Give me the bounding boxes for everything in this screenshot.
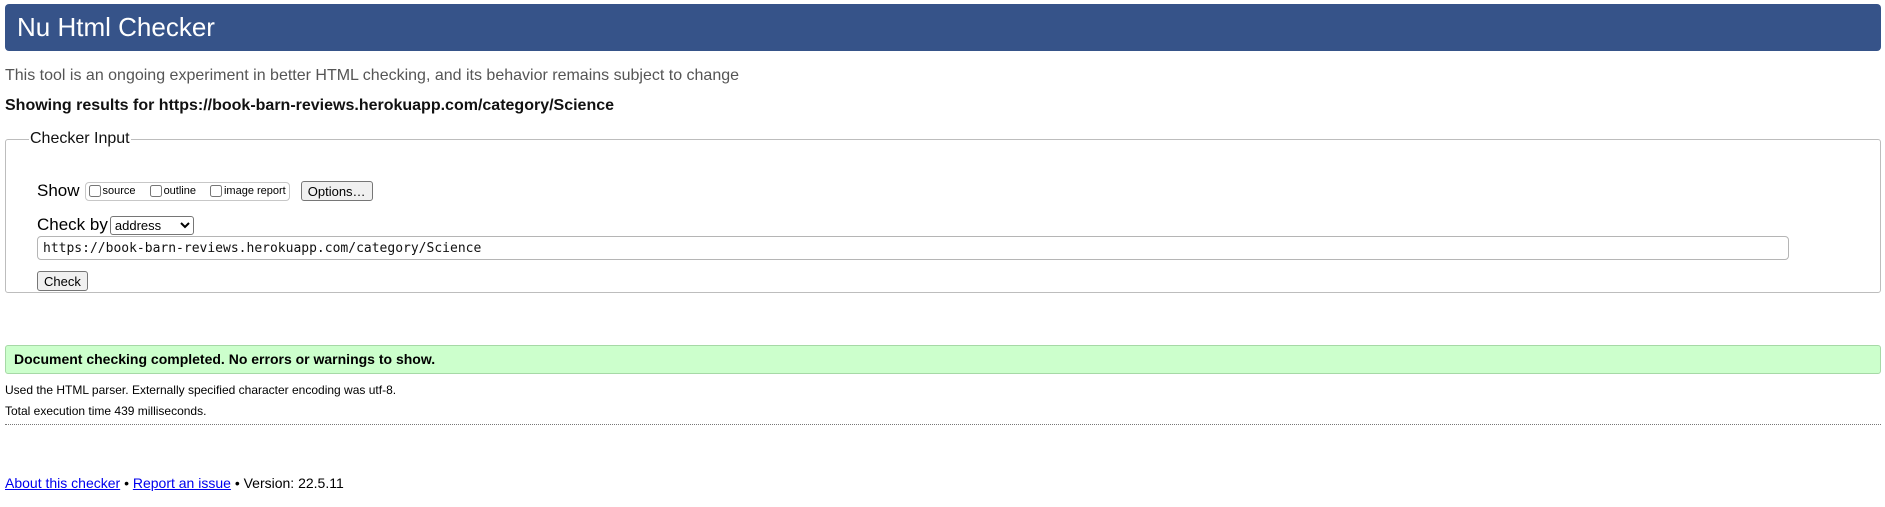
- execution-time: Total execution time 439 milliseconds.: [5, 404, 207, 418]
- parser-info: Used the HTML parser. Externally specifi…: [5, 383, 397, 397]
- options-button[interactable]: Options…: [300, 181, 373, 201]
- results-divider: [5, 424, 1881, 425]
- footer-separator: •: [124, 475, 129, 491]
- show-row: Show source outline image report Options…: [37, 181, 373, 201]
- show-label: Show: [37, 181, 80, 200]
- show-outline-checkbox[interactable]: [149, 185, 162, 197]
- report-issue-link[interactable]: Report an issue: [133, 475, 231, 491]
- check-button[interactable]: Check: [37, 271, 88, 291]
- checker-input-fieldset: Checker Input Show source outline image …: [5, 130, 1881, 293]
- show-image-report-label: image report: [223, 185, 286, 197]
- show-image-report-option[interactable]: image report: [209, 185, 286, 197]
- show-options-group: source outline image report: [84, 181, 290, 201]
- version-text: Version: 22.5.11: [243, 475, 344, 491]
- show-image-report-checkbox[interactable]: [209, 185, 222, 197]
- checker-input-legend: Checker Input: [30, 130, 130, 147]
- check-by-select[interactable]: address: [109, 215, 194, 235]
- show-source-label: source: [102, 185, 136, 197]
- page-title: Nu Html Checker: [17, 12, 215, 42]
- footer-separator: •: [234, 475, 240, 491]
- success-message: Document checking completed. No errors o…: [5, 345, 1881, 374]
- showing-results-heading: Showing results for https://book-barn-re…: [5, 97, 615, 114]
- check-by-row: Check by address: [37, 215, 194, 235]
- show-source-checkbox[interactable]: [88, 185, 101, 197]
- about-checker-link[interactable]: About this checker: [5, 475, 120, 491]
- footer: About this checker • Report an issue • V…: [5, 475, 344, 491]
- show-outline-option[interactable]: outline: [149, 185, 196, 197]
- show-source-option[interactable]: source: [88, 185, 136, 197]
- check-by-label: Check by: [37, 215, 108, 234]
- show-outline-label: outline: [163, 185, 196, 197]
- tagline: This tool is an ongoing experiment in be…: [5, 67, 740, 84]
- page-header: Nu Html Checker: [5, 4, 1881, 51]
- url-input[interactable]: [37, 236, 1789, 260]
